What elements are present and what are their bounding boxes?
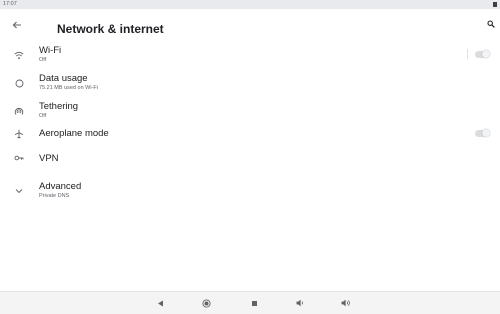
setting-row-advanced[interactable]: Advanced Private DNS xyxy=(0,180,500,202)
aeroplane-mode-title: Aeroplane mode xyxy=(39,128,109,139)
chevron-down-icon xyxy=(13,185,25,197)
wifi-toggle[interactable] xyxy=(475,50,490,58)
data-usage-icon xyxy=(13,77,25,89)
wifi-status: Off xyxy=(39,57,47,63)
advanced-title: Advanced xyxy=(39,181,82,192)
status-bar: 17:07 xyxy=(0,0,500,9)
setting-row-aeroplane-mode[interactable]: Aeroplane mode xyxy=(0,126,500,142)
data-usage-title: Data usage xyxy=(39,73,88,84)
nav-back-icon[interactable] xyxy=(155,298,165,308)
data-usage-summary: 75.21 MB used on Wi-Fi xyxy=(39,85,98,91)
hotspot-icon xyxy=(13,105,25,117)
toggle-knob xyxy=(482,50,490,58)
setting-row-data-usage[interactable]: Data usage 75.21 MB used on Wi-Fi xyxy=(0,72,500,94)
advanced-summary: Private DNS xyxy=(39,193,70,199)
wifi-title: Wi-Fi xyxy=(39,45,62,56)
volume-up-icon[interactable] xyxy=(341,298,351,308)
setting-row-tethering[interactable]: Tethering Off xyxy=(0,100,500,122)
airplane-icon xyxy=(13,128,25,140)
divider xyxy=(467,49,468,59)
status-time: 17:07 xyxy=(3,1,17,7)
nav-recents-icon[interactable] xyxy=(249,298,259,308)
volume-down-icon[interactable] xyxy=(295,298,305,308)
app-bar: Network & internet xyxy=(0,9,500,43)
setting-row-wifi[interactable]: Wi-Fi Off xyxy=(0,44,500,66)
search-icon[interactable] xyxy=(486,19,496,29)
vpn-key-icon xyxy=(13,152,25,164)
aeroplane-mode-toggle[interactable] xyxy=(475,129,490,137)
wifi-icon xyxy=(13,49,25,61)
tethering-status: Off xyxy=(39,113,47,119)
nav-home-icon[interactable] xyxy=(201,298,211,308)
setting-row-vpn[interactable]: VPN xyxy=(0,150,500,166)
navigation-bar xyxy=(0,291,500,314)
vpn-title: VPN xyxy=(39,153,59,164)
battery-icon xyxy=(493,2,497,7)
toggle-knob xyxy=(482,129,490,137)
page-title: Network & internet xyxy=(57,22,164,36)
back-arrow-icon[interactable] xyxy=(11,19,23,31)
tethering-title: Tethering xyxy=(39,101,79,112)
